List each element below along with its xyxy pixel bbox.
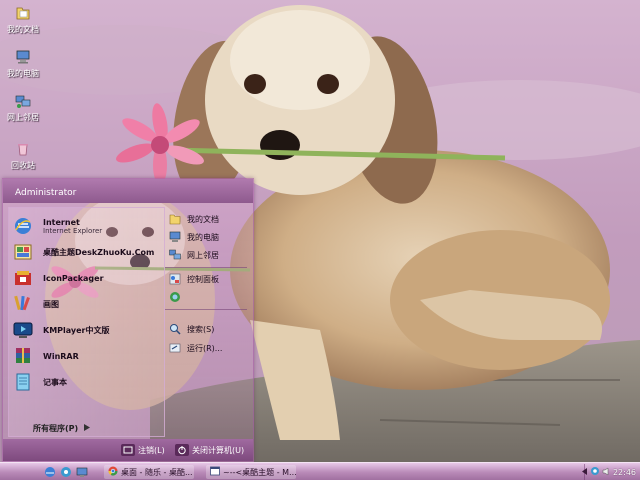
program-kmplayer[interactable]: KMPlayer中文版 bbox=[13, 318, 163, 342]
program-paint[interactable]: 画图 bbox=[13, 292, 163, 316]
desktop-icon[interactable] bbox=[76, 466, 88, 478]
place-printers[interactable] bbox=[169, 289, 249, 305]
program-deskzhuoku[interactable]: 桌酷主题DeskZhuoKu.Com bbox=[13, 240, 163, 264]
search-icon bbox=[169, 323, 181, 335]
program-name: 记事本 bbox=[43, 377, 67, 387]
program-name: Internet bbox=[43, 217, 80, 227]
place-my-computer[interactable]: 我的电脑 bbox=[169, 229, 249, 245]
program-subtitle: Internet Explorer bbox=[43, 226, 103, 235]
taskbar-item-label: 桌面 - 随乐 - 桌酷... bbox=[121, 467, 193, 477]
printers-icon bbox=[169, 291, 181, 303]
place-search[interactable]: 搜索(S) bbox=[169, 321, 249, 337]
all-programs-label: 所有程序(P) bbox=[33, 424, 79, 433]
network-places-icon bbox=[14, 92, 32, 110]
shutdown-button[interactable]: 关闭计算机(U) bbox=[175, 443, 244, 457]
paint-icon bbox=[13, 294, 33, 314]
program-internet-explorer[interactable]: Internet Internet Explorer bbox=[13, 214, 163, 238]
start-menu-footer: 注销(L) 关闭计算机(U) bbox=[3, 439, 253, 461]
place-label: 运行(R)... bbox=[187, 343, 223, 353]
desktop-icon-network-places[interactable]: 网上邻居 bbox=[2, 92, 44, 134]
taskbar-item[interactable]: ~--<桌酷主题 - M... bbox=[206, 465, 297, 479]
place-label: 我的文档 bbox=[187, 214, 219, 224]
desktop-icon-label: 回收站 bbox=[11, 161, 35, 170]
ie-icon[interactable] bbox=[44, 466, 56, 478]
taskbar-item[interactable]: 桌面 - 随乐 - 桌酷... bbox=[104, 465, 194, 479]
logoff-icon bbox=[121, 444, 135, 456]
recycle-bin-icon bbox=[14, 140, 32, 158]
power-icon bbox=[175, 444, 189, 456]
run-icon bbox=[169, 342, 181, 354]
deskzhuoku-icon bbox=[13, 242, 33, 262]
place-my-documents[interactable]: 我的文档 bbox=[169, 211, 249, 227]
iconpackager-icon bbox=[13, 268, 33, 288]
program-iconpackager[interactable]: IconPackager bbox=[13, 266, 163, 290]
all-programs-button[interactable]: 所有程序(P) bbox=[33, 423, 91, 434]
place-label: 控制面板 bbox=[187, 274, 219, 284]
window-icon bbox=[210, 466, 220, 478]
pinned-programs-panel: Internet Internet Explorer 桌酷主题DeskZhuoK… bbox=[8, 207, 165, 437]
my-documents-icon bbox=[14, 4, 32, 22]
control-panel-icon bbox=[169, 273, 181, 285]
tray-arrow-icon[interactable] bbox=[581, 467, 588, 477]
place-label: 网上邻居 bbox=[187, 250, 219, 260]
taskbar: 桌面 - 随乐 - 桌酷... ~--<桌酷主题 - M... 22:46 bbox=[0, 462, 640, 480]
system-tray: 22:46 bbox=[581, 464, 640, 480]
logoff-button[interactable]: 注销(L) bbox=[121, 443, 165, 457]
notepad-icon bbox=[13, 372, 33, 392]
network-places-icon bbox=[169, 249, 181, 261]
internet-explorer-icon bbox=[13, 216, 33, 236]
menu-separator bbox=[165, 267, 247, 268]
desktop-icon-my-documents[interactable]: 我的文档 bbox=[2, 4, 44, 46]
my-computer-icon bbox=[169, 231, 181, 243]
program-name: KMPlayer中文版 bbox=[43, 325, 110, 335]
explorer-icon[interactable] bbox=[60, 466, 72, 478]
winrar-icon bbox=[13, 346, 33, 366]
taskbar-item-label: ~--<桌酷主题 - M... bbox=[223, 467, 297, 477]
place-control-panel[interactable]: 控制面板 bbox=[169, 271, 249, 287]
program-winrar[interactable]: WinRAR bbox=[13, 344, 163, 368]
places-panel: 我的文档 我的电脑 网上邻居 控制面板 搜索(S) 运行(R)... bbox=[165, 207, 251, 437]
menu-separator bbox=[165, 309, 247, 310]
logoff-label: 注销(L) bbox=[138, 445, 165, 455]
chrome-icon bbox=[108, 466, 118, 478]
program-name: IconPackager bbox=[43, 273, 104, 283]
shutdown-label: 关闭计算机(U) bbox=[192, 445, 245, 455]
program-notepad[interactable]: 记事本 bbox=[13, 370, 163, 394]
place-label: 搜索(S) bbox=[187, 324, 215, 334]
desktop-icon-label: 我的文档 bbox=[7, 25, 39, 34]
desktop-icon-recycle-bin[interactable]: 回收站 bbox=[2, 140, 44, 182]
start-menu-header: Administrator bbox=[3, 179, 253, 203]
arrow-right-icon bbox=[84, 424, 91, 433]
program-name: WinRAR bbox=[43, 351, 79, 361]
user-name: Administrator bbox=[15, 188, 77, 198]
place-label: 我的电脑 bbox=[187, 232, 219, 242]
desktop-icon-label: 网上邻居 bbox=[7, 113, 39, 122]
program-name: 桌酷主题DeskZhuoKu.Com bbox=[43, 247, 155, 257]
volume-icon[interactable] bbox=[602, 467, 611, 478]
program-name: 画图 bbox=[43, 299, 59, 309]
place-network-places[interactable]: 网上邻居 bbox=[169, 247, 249, 263]
my-documents-icon bbox=[169, 213, 181, 225]
clock[interactable]: 22:46 bbox=[613, 468, 636, 477]
kmplayer-icon bbox=[13, 320, 33, 340]
place-run[interactable]: 运行(R)... bbox=[169, 340, 249, 356]
desktop-icon-my-computer[interactable]: 我的电脑 bbox=[2, 48, 44, 90]
desktop-icon-label: 我的电脑 bbox=[7, 69, 39, 78]
network-icon[interactable] bbox=[590, 466, 600, 478]
start-menu: Administrator Internet Internet Explorer… bbox=[2, 178, 254, 462]
my-computer-icon bbox=[14, 48, 32, 66]
